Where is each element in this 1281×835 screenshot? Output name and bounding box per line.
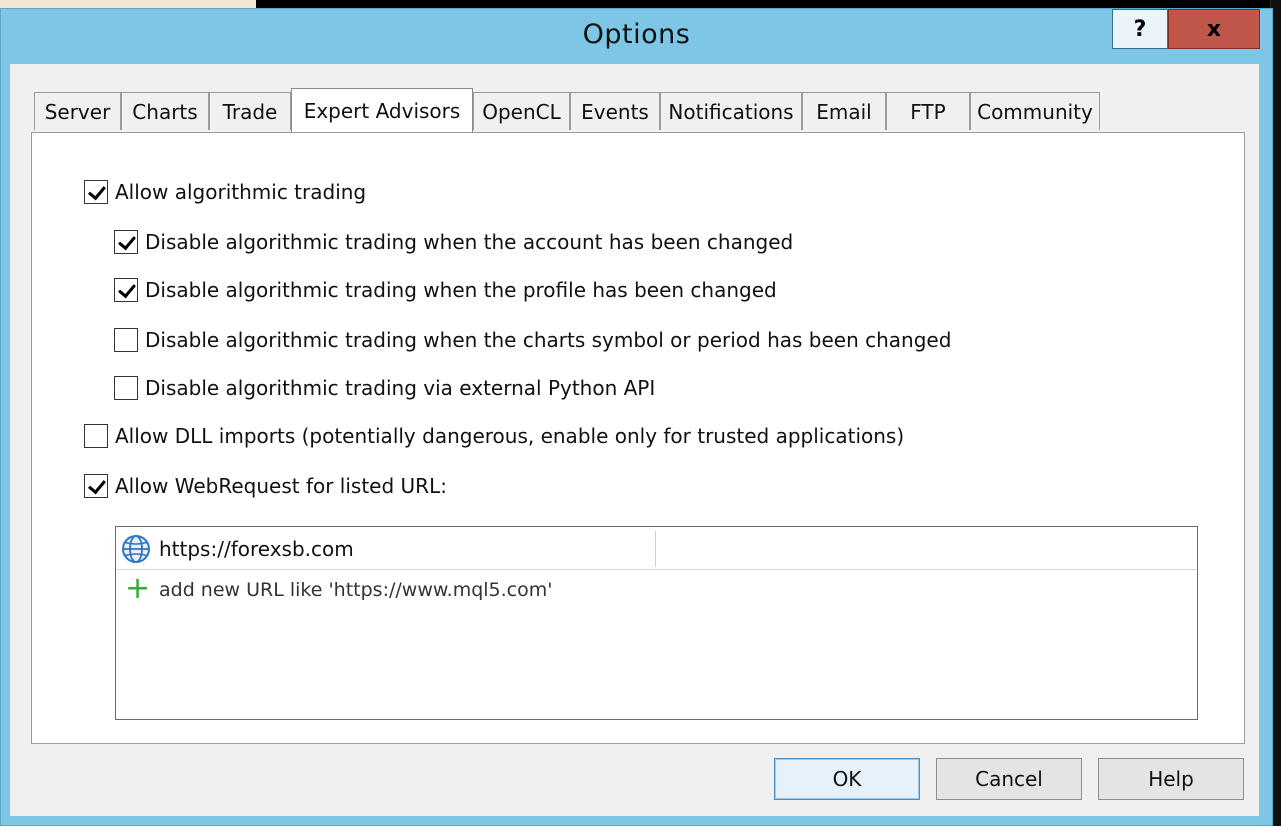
globe-icon <box>122 535 150 563</box>
background-app-area <box>0 0 256 8</box>
add-url-prompt[interactable]: add new URL like 'https://www.mql5.com' <box>159 579 552 601</box>
url-text: https://forexsb.com <box>159 537 354 561</box>
dialog-title: Options <box>582 19 691 50</box>
disable-on-account-change-checkbox[interactable] <box>114 230 138 254</box>
background-app-area <box>0 826 1281 835</box>
tab-server[interactable]: Server <box>34 92 121 130</box>
allow-dll-imports-checkbox[interactable] <box>84 424 108 448</box>
column-divider <box>655 531 656 567</box>
allow-webrequest-option[interactable]: Allow WebRequest for listed URL: <box>84 471 447 501</box>
disable-python-api-option[interactable]: Disable algorithmic trading via external… <box>114 373 655 403</box>
disable-python-api-checkbox[interactable] <box>114 376 138 400</box>
disable-on-symbol-change-label: Disable algorithmic trading when the cha… <box>145 328 952 352</box>
allow-webrequest-checkbox[interactable] <box>84 474 108 498</box>
tab-email[interactable]: Email <box>802 92 886 130</box>
tab-notifications[interactable]: Notifications <box>660 92 802 130</box>
cancel-button[interactable]: Cancel <box>936 758 1082 800</box>
allow-webrequest-label: Allow WebRequest for listed URL: <box>115 474 447 498</box>
url-list-item[interactable]: https://forexsb.com <box>116 527 1197 570</box>
title-bar[interactable]: Options ? x <box>1 9 1272 65</box>
allow-algo-trading-checkbox[interactable] <box>84 180 108 204</box>
tab-charts[interactable]: Charts <box>121 92 209 130</box>
disable-on-symbol-change-option[interactable]: Disable algorithmic trading when the cha… <box>114 325 951 355</box>
help-title-button[interactable]: ? <box>1112 9 1168 49</box>
allow-algo-trading-label: Allow algorithmic trading <box>115 180 367 204</box>
disable-on-symbol-change-checkbox[interactable] <box>114 328 138 352</box>
plus-icon: + <box>125 571 151 606</box>
tab-trade[interactable]: Trade <box>209 92 291 130</box>
expert-advisors-panel: Allow algorithmic trading Disable algori… <box>31 132 1245 744</box>
tab-events[interactable]: Events <box>570 92 660 130</box>
allow-dll-imports-label: Allow DLL imports (potentially dangerous… <box>115 424 905 448</box>
close-button[interactable]: x <box>1168 9 1260 49</box>
allow-dll-imports-option[interactable]: Allow DLL imports (potentially dangerous… <box>84 421 904 451</box>
disable-on-profile-change-checkbox[interactable] <box>114 278 138 302</box>
ok-button[interactable]: OK <box>774 758 920 800</box>
disable-on-account-change-option[interactable]: Disable algorithmic trading when the acc… <box>114 227 793 257</box>
allow-algo-trading-option[interactable]: Allow algorithmic trading <box>84 177 366 207</box>
tab-expert-advisors[interactable]: Expert Advisors <box>291 88 473 132</box>
tab-ftp[interactable]: FTP <box>886 92 970 130</box>
disable-python-api-label: Disable algorithmic trading via external… <box>145 376 656 400</box>
disable-on-profile-change-label: Disable algorithmic trading when the pro… <box>145 278 777 302</box>
disable-on-account-change-label: Disable algorithmic trading when the acc… <box>145 230 794 254</box>
options-dialog: Options ? x Server Charts Trade Expert A… <box>0 8 1273 826</box>
tab-community[interactable]: Community <box>970 92 1100 130</box>
disable-on-profile-change-option[interactable]: Disable algorithmic trading when the pro… <box>114 275 777 305</box>
help-button[interactable]: Help <box>1098 758 1244 800</box>
webrequest-url-list[interactable]: https://forexsb.com + add new URL like '… <box>115 526 1198 720</box>
tab-opencl[interactable]: OpenCL <box>473 92 570 130</box>
dialog-body: Server Charts Trade Expert Advisors Open… <box>10 64 1259 816</box>
